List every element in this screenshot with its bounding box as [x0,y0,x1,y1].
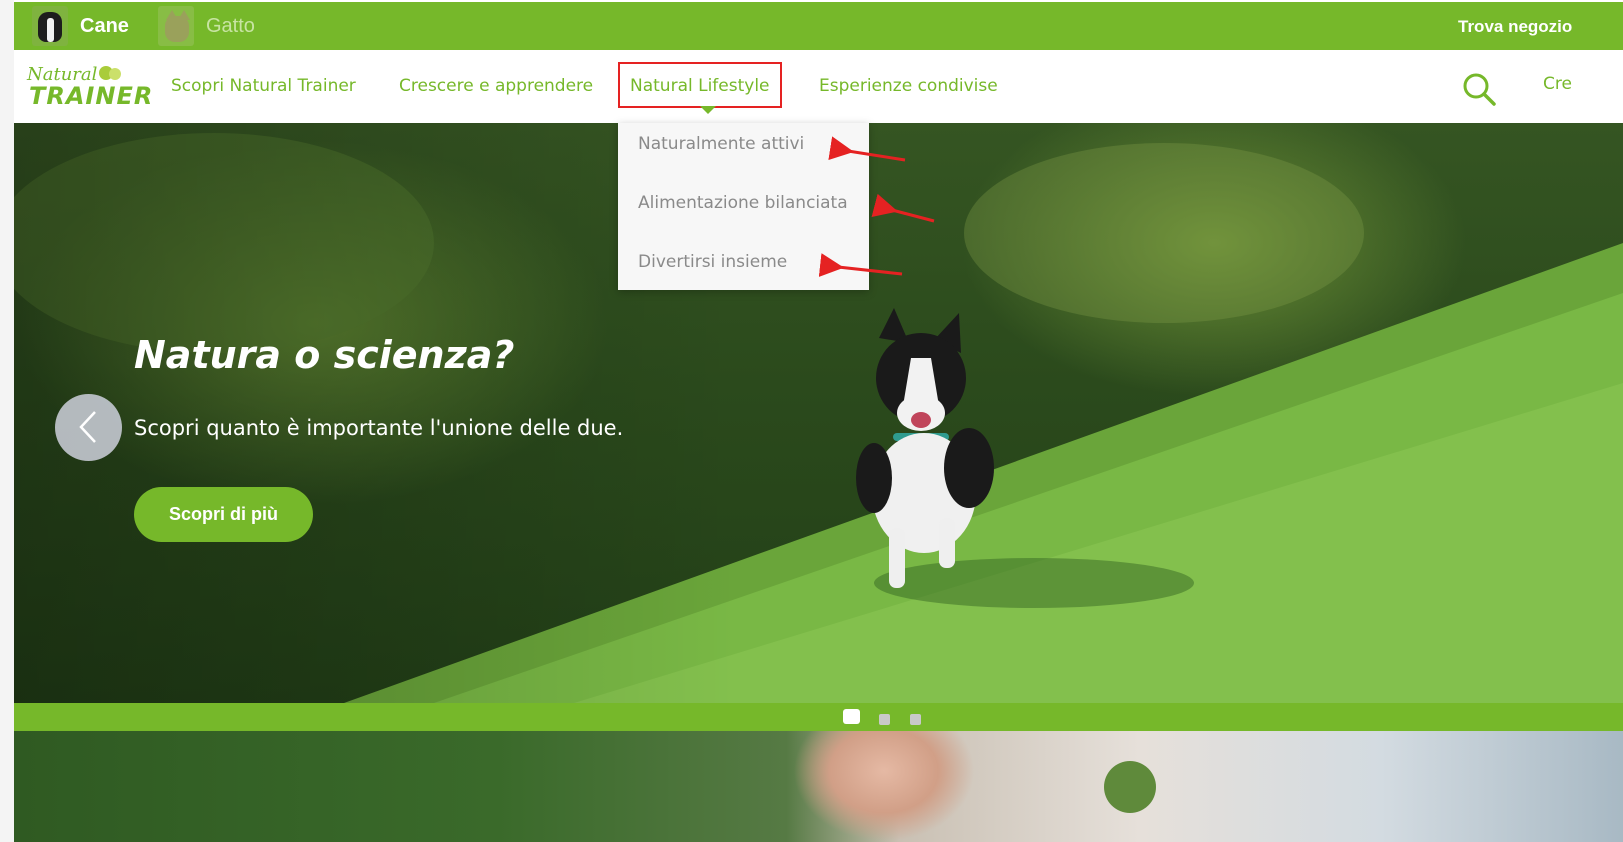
pet-option-cat[interactable]: Gatto [158,2,255,50]
page: Cane Gatto Trova negozio Natural TRAINER… [14,0,1623,842]
dog-thumbnail [32,6,68,46]
chevron-left-icon [79,411,96,443]
nav-item-scopri[interactable]: Scopri Natural Trainer [171,76,356,96]
pet-option-label: Cane [80,14,129,37]
nav-item-natural-lifestyle[interactable]: Natural Lifestyle [618,62,782,108]
active-menu-indicator [700,106,716,114]
dropdown-item-naturalmente-attivi[interactable]: Naturalmente attivi [638,134,804,154]
pet-option-label: Gatto [206,14,255,37]
pet-option-dog[interactable]: Cane [32,2,129,50]
carousel-dot[interactable] [879,714,890,725]
dropdown-item-divertirsi[interactable]: Divertirsi insieme [638,252,787,272]
natural-lifestyle-dropdown: Naturalmente attivi Alimentazione bilanc… [618,123,869,290]
hero-subtitle: Scopri quanto è importante l'unione dell… [134,416,624,440]
hero-cta-button[interactable]: Scopri di più [134,487,313,542]
dog-image [856,308,994,588]
nav-item-crescere[interactable]: Crescere e apprendere [399,76,593,96]
section-image [14,731,1623,842]
nav-item-esperienze[interactable]: Esperienze condivise [819,76,998,96]
carousel-prev-button[interactable] [55,394,122,461]
search-icon[interactable] [1462,72,1496,106]
hero-title: Natura o scienza? [134,333,515,377]
store-locator-link[interactable]: Trova negozio [1458,17,1572,37]
nav-item-truncated[interactable]: Cre [1543,74,1572,94]
logo[interactable]: Natural TRAINER [27,64,157,112]
carousel-dot[interactable] [910,714,921,725]
carousel-dot[interactable] [843,709,860,724]
dropdown-item-alimentazione[interactable]: Alimentazione bilanciata [638,193,848,213]
main-navigation: Natural TRAINER Scopri Natural Trainer C… [14,50,1623,123]
pet-selector-bar: Cane Gatto Trova negozio [14,2,1623,50]
apple-icon [109,68,121,80]
carousel-pagination [14,703,1623,731]
leaf-image [1104,761,1156,813]
hand-image [794,731,994,842]
logo-text-bottom: TRAINER [29,82,154,110]
cat-thumbnail [158,6,194,46]
